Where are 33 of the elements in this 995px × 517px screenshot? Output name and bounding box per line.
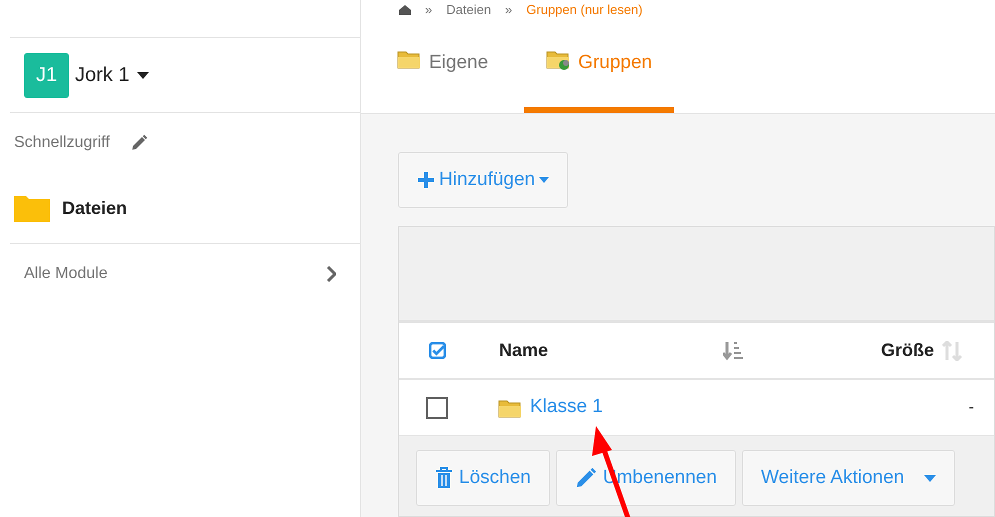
pencil-icon: [574, 467, 597, 489]
account-avatar[interactable]: J1: [24, 52, 69, 98]
folder-icon: [397, 49, 421, 69]
breadcrumb-item[interactable]: Dateien: [446, 0, 492, 20]
quick-access-label: Schnellzugriff: [14, 133, 110, 153]
all-modules-link[interactable]: Alle Module: [24, 262, 108, 286]
sort-icon[interactable]: [723, 340, 746, 360]
caret-icon: [539, 177, 550, 183]
caret-icon: [137, 72, 150, 78]
column-header[interactable]: Name: [499, 337, 548, 364]
breadcrumb-item[interactable]: Gruppen (nur lesen): [526, 0, 643, 20]
sidebar-item[interactable]: Dateien: [62, 194, 128, 222]
group-folder-icon: [546, 49, 570, 71]
plus-icon: [417, 171, 435, 189]
chevron-right-icon[interactable]: [326, 266, 336, 282]
account-menu-button[interactable]: Jork 1: [75, 60, 150, 90]
trash-icon: [435, 467, 453, 489]
add-button[interactable]: Hinzufügen: [398, 152, 568, 208]
action-button[interactable]: Löschen: [416, 450, 550, 506]
folder-icon: [498, 398, 522, 418]
size-cell-text: -: [968, 398, 974, 418]
pencil-icon[interactable]: [130, 134, 148, 152]
folder-link[interactable]: Klasse 1: [530, 393, 603, 422]
column-header[interactable]: Größe: [881, 337, 934, 364]
tab[interactable]: Eigene: [383, 39, 502, 113]
breadcrumb-separator: »: [505, 1, 512, 20]
folder-icon: [14, 194, 50, 222]
home-icon[interactable]: [399, 5, 411, 15]
row-checkbox[interactable]: [426, 396, 448, 418]
caret-icon: [924, 474, 936, 482]
select-all-checkbox-icon[interactable]: [429, 342, 446, 359]
breadcrumb-separator: »: [425, 1, 432, 20]
action-button[interactable]: Weitere Aktionen: [742, 450, 956, 506]
